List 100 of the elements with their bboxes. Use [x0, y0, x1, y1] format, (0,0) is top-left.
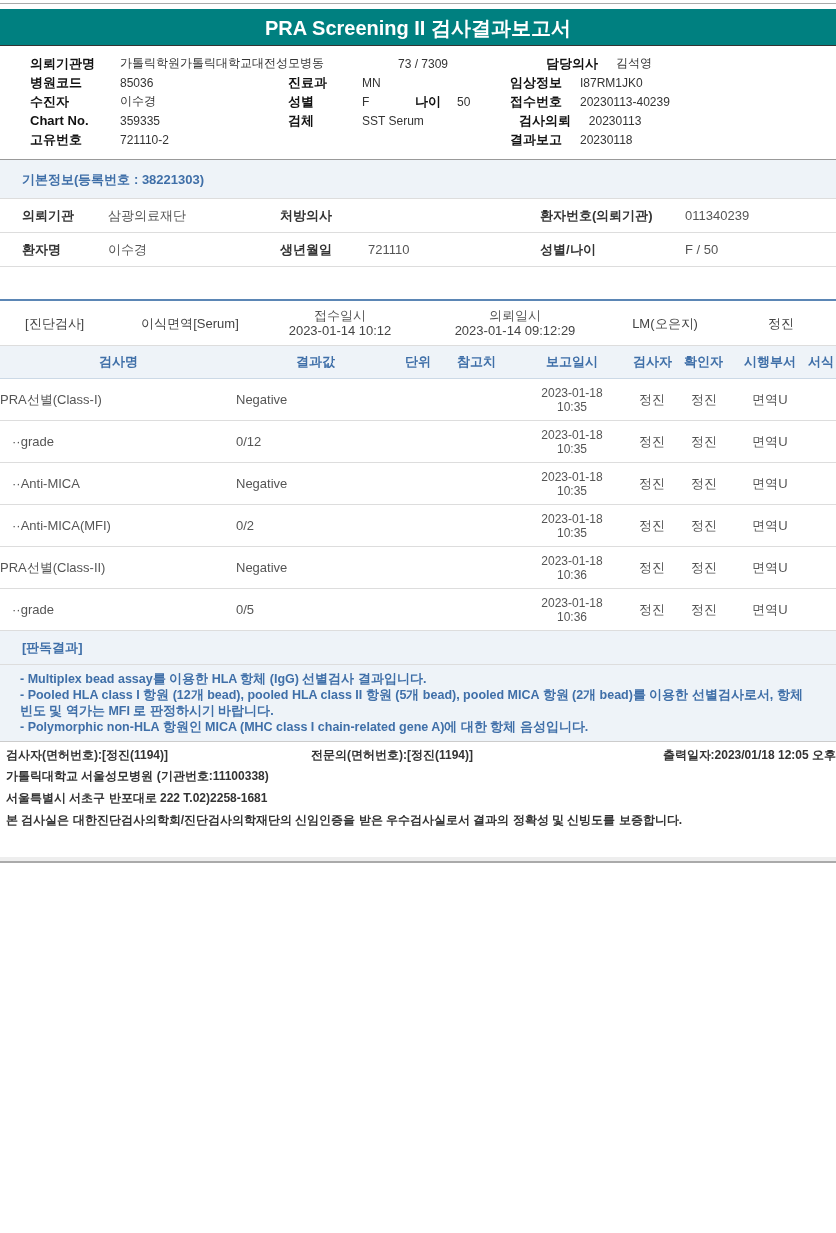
table-cell-text: ··Anti-MICA [11, 476, 81, 491]
field-label: 진료과 [288, 73, 328, 92]
info-label: 처방의사 [280, 206, 333, 225]
table-cell-text: 0/12 [236, 434, 263, 449]
field-label: 성별 [288, 92, 315, 111]
order-label: 의뢰일시 [489, 308, 541, 323]
field-label: 수진자 [30, 92, 70, 111]
field-value: 20230113-40239 [580, 94, 670, 109]
table-cell-text: 정진 [689, 600, 718, 619]
report-title: PRA Screening II 검사결과보고서 [0, 9, 836, 46]
table-cell-text: 면역U [751, 558, 789, 577]
table-cell-text: 정진 [638, 432, 666, 451]
column-header: 검사명 [97, 353, 139, 371]
table-cell-text: 정진 [689, 558, 718, 577]
info-value: 삼광의료재단 [108, 207, 186, 223]
table-cell-text: 2023-01-18 10:35 [540, 427, 604, 456]
table-cell-text: 면역U [751, 432, 789, 451]
table-cell-text: ··grade [11, 602, 55, 617]
table-cell-text: 면역U [751, 474, 789, 493]
table-cell-text: PRA선별(Class-I) [0, 390, 103, 409]
field-value: 김석영 [616, 55, 652, 72]
field-label: 고유번호 [30, 130, 83, 149]
field-value: I87RM1JK0 [580, 75, 643, 90]
info-label: 환자명 [22, 240, 62, 259]
field-value: 721110-2 [120, 132, 169, 147]
info-value: 이수경 [108, 241, 147, 257]
column-header: 시행부서 [743, 353, 797, 371]
table-cell-text: 면역U [751, 390, 789, 409]
table-cell-text: 정진 [689, 390, 718, 409]
info-label: 성별/나이 [540, 240, 597, 259]
info-value: 721110 [368, 242, 410, 257]
field-label: 나이 [415, 92, 442, 111]
field-value: 20230118 [580, 132, 633, 147]
field-value: 가톨릭학원가톨릭대학교대전성모병동 [120, 55, 324, 72]
field-label: 임상정보 [510, 73, 563, 92]
table-cell-text: 2023-01-18 10:35 [540, 469, 604, 498]
field-value: 이수경 [120, 93, 156, 110]
column-header: 검사자 [632, 353, 672, 371]
table-cell-text: 2023-01-18 10:36 [540, 595, 604, 624]
field-label: Chart No. [30, 113, 90, 128]
column-header: 보고일시 [545, 353, 599, 371]
field-label: 접수번호 [510, 92, 563, 111]
field-value: 73 / 7309 [398, 56, 449, 71]
table-cell-text: 2023-01-18 10:35 [540, 511, 604, 540]
column-header: 결과값 [295, 353, 336, 371]
table-cell-text: Negative [236, 392, 289, 407]
table-cell-text: 정진 [689, 474, 718, 493]
field-label: 담당의사 [546, 54, 599, 73]
table-cell-text: PRA선별(Class-II) [0, 558, 107, 577]
order-value: 정진 [767, 315, 794, 331]
field-value: F [362, 94, 370, 109]
table-cell-text: 2023-01-18 10:36 [540, 553, 604, 582]
signature-text: 전문의(면허번호):[정진(1194)] [311, 746, 474, 764]
info-value: 011340239 [685, 208, 750, 223]
column-header: 서식 [806, 353, 835, 371]
info-value: F / 50 [685, 242, 719, 257]
table-cell-text: 정진 [638, 558, 666, 577]
signature-text: 검사자(면허번호):[정진(1194)] [6, 746, 169, 764]
footer-text: 가톨릭대학교 서울성모병원 (기관번호:11100338) [5, 768, 270, 785]
interpretation-text: - Multiplex bead assay를 이용한 HLA 항체 (IgG) 선별검사 결과입니다. [20, 671, 428, 687]
column-header: 확인자 [683, 353, 724, 371]
order-value: 이식면역[Serum] [141, 315, 239, 331]
order-label: 접수일시 [314, 308, 366, 323]
info-label: 생년월일 [280, 240, 333, 259]
table-cell-text: Negative [236, 560, 289, 575]
table-cell-text: 0/2 [236, 518, 256, 533]
table-cell-text: 정진 [638, 516, 666, 535]
field-label: 검체 [288, 111, 315, 130]
interpretation-text: - Polymorphic non-HLA 항원인 MICA (MHC class I chain-related gene A)에 대한 항체 음성입니다. [20, 719, 590, 735]
footer-text: 서울특별시 서초구 반포대로 222 T.02)2258-1681 [5, 790, 269, 807]
table-cell-text: 정진 [638, 600, 666, 619]
table-cell-text: ··grade [11, 434, 55, 449]
interpretation-text: - Pooled HLA class I 항원 (12개 bead), pooled HLA class II 항원 (5개 bead), pooled MICA 항원 (2개 bead)를 이용한 선별검사로서, 항체빈도 및 역가는 MFI 로 판정하시기 바랍니다. [20, 687, 804, 719]
table-cell-text: ··Anti-MICA(MFI) [11, 518, 112, 533]
footer-text: 본 검사실은 대한진단검사의학회/진단검사의학재단의 신임인증을 받은 우수검사실로서 결과의 정확성 및 신빙도를 보증합니다. [5, 812, 683, 829]
section-title: 기본정보(등록번호 : 38221303) [0, 160, 836, 199]
table-cell-text: 정진 [638, 390, 666, 409]
field-label: 결과보고 [510, 130, 563, 149]
field-label: 의뢰기관명 [30, 54, 96, 73]
field-value: MN [362, 75, 381, 90]
table-cell-text: 정진 [689, 432, 718, 451]
field-value: 20230113 [588, 113, 642, 128]
field-value: 359335 [120, 113, 161, 128]
field-value: 50 [457, 94, 471, 109]
field-value: SST Serum [362, 113, 424, 128]
field-label: 병원코드 [30, 73, 83, 92]
order-value: 2023-01-14 10:12 [288, 323, 392, 338]
info-label: 환자번호(의뢰기관) [540, 206, 654, 225]
table-cell-text: 0/5 [236, 602, 256, 617]
order-value: LM(오은지) [632, 315, 698, 331]
field-value: 85036 [120, 75, 154, 90]
column-header: 단위 [403, 353, 432, 371]
table-cell-text: 정진 [638, 474, 666, 493]
column-header: 참고치 [455, 353, 497, 371]
order-value: 2023-01-14 09:12:29 [454, 323, 576, 338]
table-cell-text: 정진 [689, 516, 718, 535]
table-cell-text: 2023-01-18 10:35 [540, 385, 604, 414]
info-label: 의뢰기관 [22, 206, 75, 225]
table-cell-text: 면역U [751, 600, 789, 619]
table-cell-text: Negative [236, 476, 289, 491]
